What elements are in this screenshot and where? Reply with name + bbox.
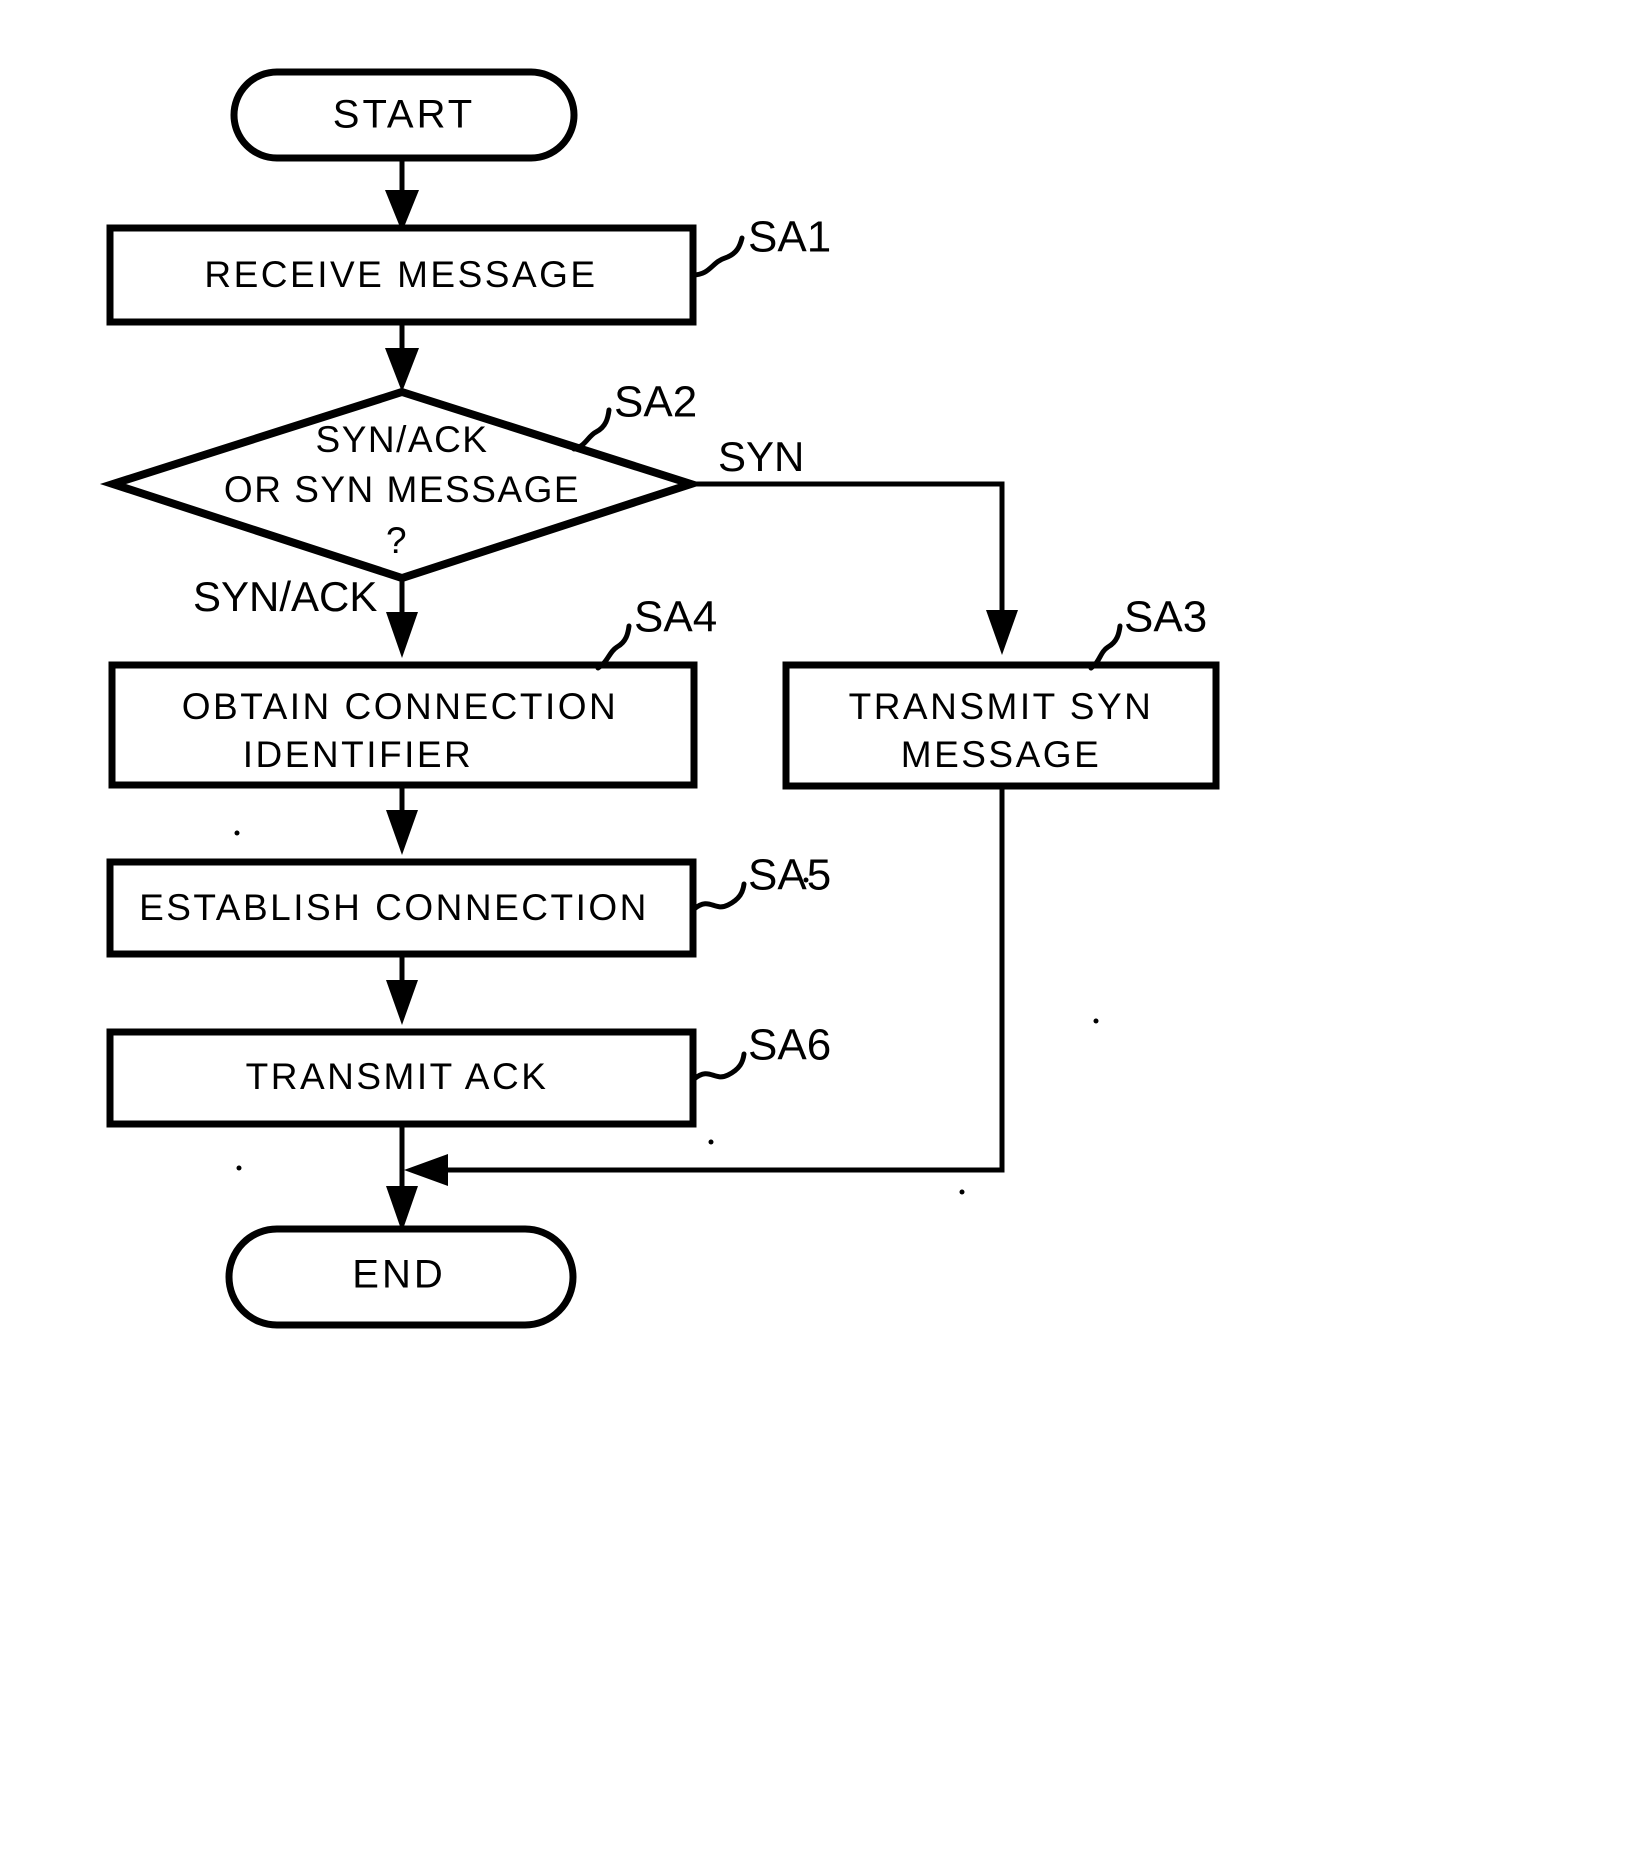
ref-sa6-label: SA6 — [748, 1021, 831, 1070]
ref-sa5-label: SA5 — [748, 851, 831, 900]
sa2-label-line2: OR SYN MESSAGE — [224, 469, 580, 510]
node-sa4[interactable]: OBTAIN CONNECTION IDENTIFIER — [108, 661, 698, 789]
flowchart-svg: START RECEIVE MESSAGE SYN/ACK OR SYN MES… — [99, 68, 1220, 1329]
edge-sa1-to-sa2 — [385, 320, 419, 392]
edge-sa6-to-end — [386, 1124, 418, 1232]
ref-sa4: SA4 — [595, 593, 717, 671]
ref-sa2-label: SA2 — [614, 378, 697, 427]
start-label: START — [333, 93, 475, 137]
node-sa5[interactable]: ESTABLISH CONNECTION — [106, 858, 697, 958]
node-end[interactable]: END — [225, 1225, 577, 1329]
end-label: END — [352, 1253, 445, 1297]
edge-sa2-to-sa3 — [691, 481, 1018, 655]
sa6-label: TRANSMIT ACK — [246, 1056, 549, 1097]
ref-sa3-label: SA3 — [1124, 593, 1207, 642]
edge-sa5-to-sa6 — [386, 954, 418, 1025]
sa2-label-line3: ? — [386, 520, 408, 561]
node-sa1[interactable]: RECEIVE MESSAGE — [106, 224, 697, 326]
flowchart-canvas: START RECEIVE MESSAGE SYN/ACK OR SYN MES… — [0, 0, 1633, 1870]
node-start[interactable]: START — [230, 68, 578, 162]
ref-sa2: SA2 — [571, 378, 697, 452]
ref-sa3: SA3 — [1088, 593, 1207, 671]
node-sa6[interactable]: TRANSMIT ACK — [106, 1028, 697, 1128]
ref-sa1-label: SA1 — [748, 213, 831, 262]
sa4-label-line1: OBTAIN CONNECTION — [182, 686, 619, 727]
ref-sa6: SA6 — [691, 1021, 831, 1082]
edge-sa2-to-sa4 — [386, 578, 418, 658]
edge-start-to-sa1 — [385, 157, 419, 232]
node-sa3[interactable]: TRANSMIT SYN MESSAGE — [782, 661, 1220, 790]
sa1-label: RECEIVE MESSAGE — [204, 254, 597, 295]
ref-sa1: SA1 — [690, 213, 831, 278]
ref-sa4-label: SA4 — [634, 593, 717, 642]
edge-label-syn-ack: SYN/ACK — [193, 573, 377, 620]
edge-label-syn: SYN — [718, 433, 804, 480]
sa2-label-line1: SYN/ACK — [316, 419, 489, 460]
sa3-label-line2: MESSAGE — [901, 734, 1102, 775]
edge-sa4-to-sa5 — [386, 785, 418, 855]
sa3-label-line1: TRANSMIT SYN — [849, 686, 1154, 727]
sa5-label: ESTABLISH CONNECTION — [139, 887, 649, 928]
sa4-label-line2: IDENTIFIER — [243, 734, 474, 775]
ref-sa5: SA5 — [691, 851, 831, 912]
